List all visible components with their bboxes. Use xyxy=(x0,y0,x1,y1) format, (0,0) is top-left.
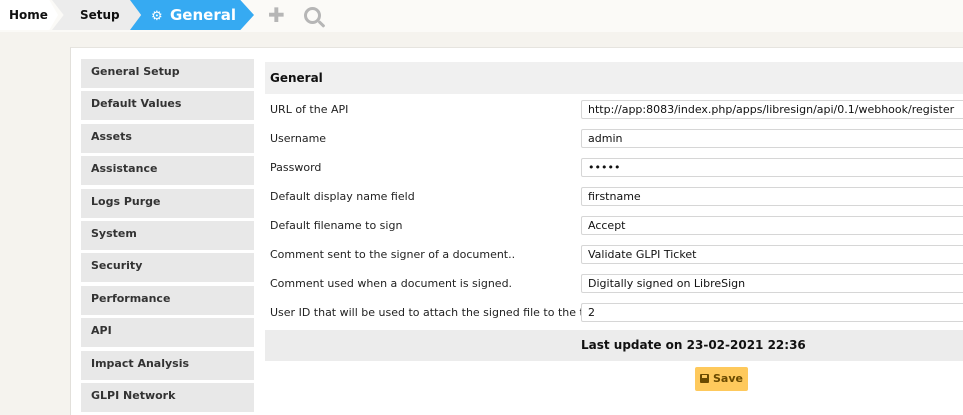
sidebar: General Setup Default Values Assets Assi… xyxy=(81,59,254,415)
save-button[interactable]: Save xyxy=(695,367,748,391)
form-row-api-url: URL of the API xyxy=(265,96,963,125)
form-row-display-name: Default display name field xyxy=(265,183,963,212)
sidebar-item-system[interactable]: System xyxy=(81,220,254,250)
breadcrumb-general[interactable]: ⚙ General xyxy=(130,0,254,30)
filename-label: Default filename to sign xyxy=(270,219,403,232)
user-id-label: User ID that will be used to attach the … xyxy=(270,306,614,319)
general-form: General URL of the API Username Password… xyxy=(265,62,963,361)
form-row-password: Password xyxy=(265,154,963,183)
sidebar-item-general-setup[interactable]: General Setup xyxy=(81,59,254,88)
display-name-input[interactable] xyxy=(581,187,963,206)
username-label: Username xyxy=(270,132,327,145)
sidebar-item-api[interactable]: API xyxy=(81,318,254,348)
plus-icon[interactable]: ✚ xyxy=(268,4,285,26)
form-row-user-id: User ID that will be used to attach the … xyxy=(265,299,963,328)
user-id-input[interactable] xyxy=(581,303,963,322)
breadcrumb-setup[interactable]: Setup xyxy=(52,0,142,30)
gear-icon: ⚙ xyxy=(151,9,163,24)
comment-signed-label: Comment used when a document is signed. xyxy=(270,277,513,290)
password-label: Password xyxy=(270,161,322,174)
comment-sent-label: Comment sent to the signer of a document… xyxy=(270,248,516,261)
last-update-row: Last update on 23-02-2021 22:36 xyxy=(265,330,963,361)
form-row-username: Username xyxy=(265,125,963,154)
breadcrumb-home[interactable]: Home xyxy=(0,0,58,30)
sidebar-item-logs-purge[interactable]: Logs Purge xyxy=(81,188,254,218)
breadcrumb-general-label: General xyxy=(170,6,236,24)
sidebar-item-performance[interactable]: Performance xyxy=(81,285,254,315)
search-icon[interactable] xyxy=(304,6,321,28)
form-row-filename: Default filename to sign xyxy=(265,212,963,241)
form-row-comment-sent: Comment sent to the signer of a document… xyxy=(265,241,963,270)
display-name-label: Default display name field xyxy=(270,190,415,203)
form-row-comment-signed: Comment used when a document is signed. xyxy=(265,270,963,299)
password-input[interactable] xyxy=(581,158,963,177)
last-update-text: Last update on 23-02-2021 22:36 xyxy=(581,338,806,352)
sidebar-item-assistance[interactable]: Assistance xyxy=(81,156,254,186)
api-url-label: URL of the API xyxy=(270,103,349,116)
sidebar-item-impact-analysis[interactable]: Impact Analysis xyxy=(81,350,254,380)
sidebar-item-security[interactable]: Security xyxy=(81,253,254,283)
form-title: General xyxy=(265,62,963,94)
comment-sent-input[interactable] xyxy=(581,245,963,264)
filename-input[interactable] xyxy=(581,216,963,235)
username-input[interactable] xyxy=(581,129,963,148)
sidebar-item-glpi-network[interactable]: GLPI Network xyxy=(81,382,254,412)
floppy-icon xyxy=(700,374,709,383)
api-url-input[interactable] xyxy=(581,100,963,119)
comment-signed-input[interactable] xyxy=(581,274,963,293)
sidebar-item-assets[interactable]: Assets xyxy=(81,123,254,153)
save-button-label: Save xyxy=(713,372,743,385)
sidebar-item-default-values[interactable]: Default Values xyxy=(81,91,254,121)
breadcrumb: Home Setup ⚙ General ✚ xyxy=(0,0,963,32)
